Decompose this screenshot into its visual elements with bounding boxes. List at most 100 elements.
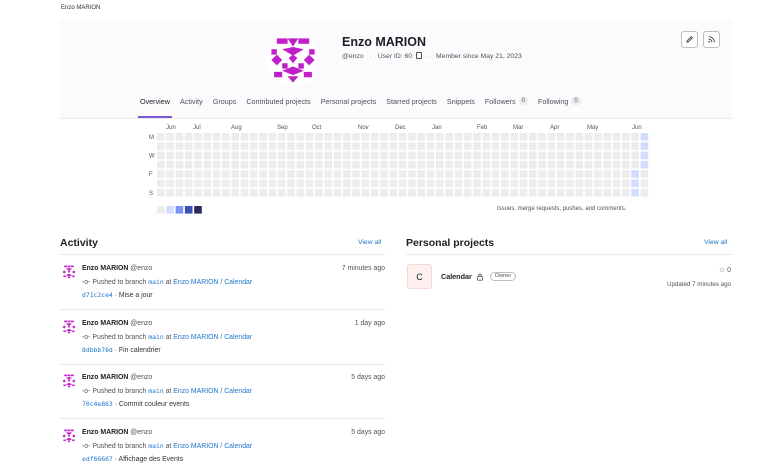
calendar-day-cell[interactable] (305, 142, 314, 150)
commit-sha-link[interactable]: 70c4e863 (82, 400, 113, 408)
calendar-day-cell[interactable] (529, 188, 537, 197)
calendar-day-cell[interactable] (538, 170, 546, 178)
calendar-day-cell[interactable] (603, 179, 611, 188)
calendar-day-cell[interactable] (370, 151, 379, 160)
calendar-day-cell[interactable] (426, 188, 435, 197)
calendar-day-cell[interactable] (566, 170, 574, 178)
calendar-day-cell[interactable] (259, 142, 267, 150)
calendar-day-cell[interactable] (510, 179, 518, 188)
author-name[interactable]: Enzo MARION (82, 320, 128, 327)
calendar-day-cell[interactable] (166, 142, 174, 150)
calendar-day-cell[interactable] (612, 170, 621, 178)
calendar-day-cell[interactable] (268, 151, 277, 160)
calendar-day-cell[interactable] (454, 179, 463, 188)
calendar-day-cell[interactable] (305, 160, 314, 169)
calendar-day-cell[interactable] (640, 142, 649, 150)
calendar-day-cell[interactable] (296, 170, 305, 178)
calendar-day-cell[interactable] (324, 170, 332, 178)
calendar-day-cell[interactable] (640, 151, 649, 160)
calendar-day-cell[interactable] (463, 170, 472, 178)
calendar-day-cell[interactable] (594, 151, 602, 160)
calendar-day-cell[interactable] (501, 179, 509, 188)
calendar-day-cell[interactable] (250, 160, 258, 169)
calendar-day-cell[interactable] (417, 188, 425, 197)
calendar-day-cell[interactable] (157, 179, 165, 188)
calendar-day-cell[interactable] (194, 170, 202, 178)
calendar-day-cell[interactable] (510, 142, 518, 150)
calendar-day-cell[interactable] (184, 188, 193, 197)
calendar-day-cell[interactable] (445, 160, 453, 169)
calendar-day-cell[interactable] (566, 151, 574, 160)
calendar-day-cell[interactable] (380, 170, 388, 178)
calendar-day-cell[interactable] (584, 170, 593, 178)
calendar-day-cell[interactable] (612, 151, 621, 160)
calendar-day-cell[interactable] (482, 170, 491, 178)
calendar-day-cell[interactable] (166, 179, 174, 188)
calendar-day-cell[interactable] (398, 151, 407, 160)
calendar-day-cell[interactable] (157, 133, 165, 141)
calendar-day-cell[interactable] (640, 188, 649, 197)
calendar-day-cell[interactable] (389, 188, 398, 197)
calendar-day-cell[interactable] (491, 188, 500, 197)
calendar-day-cell[interactable] (436, 170, 444, 178)
branch-link[interactable]: main (148, 387, 163, 395)
calendar-day-cell[interactable] (417, 142, 425, 150)
calendar-day-cell[interactable] (361, 151, 370, 160)
calendar-day-cell[interactable] (529, 151, 537, 160)
calendar-day-cell[interactable] (612, 142, 621, 150)
calendar-day-cell[interactable] (259, 151, 267, 160)
calendar-day-cell[interactable] (408, 170, 416, 178)
calendar-day-cell[interactable] (547, 142, 556, 150)
calendar-day-cell[interactable] (175, 170, 184, 178)
calendar-day-cell[interactable] (240, 170, 249, 178)
avatar[interactable] (61, 373, 77, 389)
calendar-day-cell[interactable] (315, 151, 323, 160)
calendar-day-cell[interactable] (324, 188, 332, 197)
author-name[interactable]: Enzo MARION (82, 374, 128, 381)
calendar-day-cell[interactable] (529, 133, 537, 141)
calendar-day-cell[interactable] (389, 170, 398, 178)
calendar-day-cell[interactable] (482, 160, 491, 169)
commit-sha-link[interactable]: edf66667 (82, 455, 113, 463)
calendar-day-cell[interactable] (426, 151, 435, 160)
calendar-day-cell[interactable] (454, 188, 463, 197)
calendar-day-cell[interactable] (305, 179, 314, 188)
calendar-day-cell[interactable] (566, 179, 574, 188)
calendar-day-cell[interactable] (212, 170, 221, 178)
calendar-day-cell[interactable] (631, 151, 639, 160)
author-name[interactable]: Enzo MARION (82, 429, 128, 436)
calendar-day-cell[interactable] (491, 179, 500, 188)
calendar-day-cell[interactable] (277, 188, 286, 197)
calendar-day-cell[interactable] (398, 188, 407, 197)
calendar-day-cell[interactable] (268, 142, 277, 150)
avatar[interactable] (61, 319, 77, 335)
calendar-day-cell[interactable] (305, 170, 314, 178)
calendar-day-cell[interactable] (240, 188, 249, 197)
calendar-day-cell[interactable] (370, 179, 379, 188)
calendar-day-cell[interactable] (584, 188, 593, 197)
calendar-day-cell[interactable] (370, 142, 379, 150)
calendar-day-cell[interactable] (277, 151, 286, 160)
calendar-day-cell[interactable] (203, 151, 212, 160)
calendar-day-cell[interactable] (203, 179, 212, 188)
calendar-day-cell[interactable] (631, 142, 639, 150)
calendar-day-cell[interactable] (250, 170, 258, 178)
calendar-day-cell[interactable] (352, 160, 360, 169)
calendar-day-cell[interactable] (631, 188, 639, 197)
calendar-day-cell[interactable] (519, 179, 528, 188)
calendar-day-cell[interactable] (426, 170, 435, 178)
calendar-day-cell[interactable] (389, 133, 398, 141)
calendar-day-cell[interactable] (380, 160, 388, 169)
calendar-day-cell[interactable] (175, 133, 184, 141)
calendar-day-cell[interactable] (622, 151, 630, 160)
calendar-day-cell[interactable] (584, 142, 593, 150)
calendar-day-cell[interactable] (166, 188, 174, 197)
calendar-day-cell[interactable] (538, 142, 546, 150)
calendar-day-cell[interactable] (436, 179, 444, 188)
calendar-day-cell[interactable] (547, 170, 556, 178)
calendar-day-cell[interactable] (547, 179, 556, 188)
calendar-day-cell[interactable] (250, 151, 258, 160)
branch-link[interactable]: main (148, 333, 163, 341)
calendar-day-cell[interactable] (194, 160, 202, 169)
calendar-day-cell[interactable] (426, 142, 435, 150)
